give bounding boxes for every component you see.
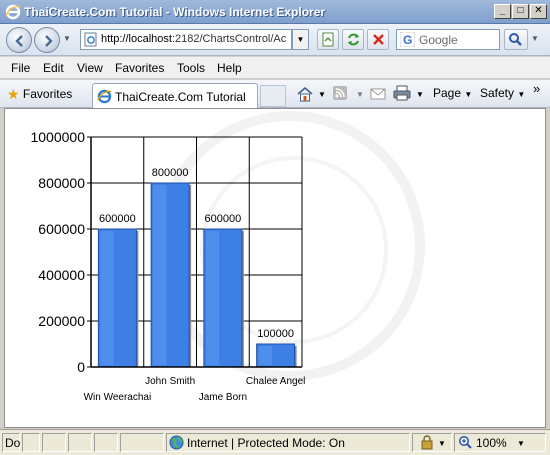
x-category-label: Win Weerachai [84, 392, 152, 403]
status-cell-4 [94, 433, 118, 452]
x-category-label: Chalee Angel [246, 376, 306, 387]
menu-file[interactable]: File [11, 61, 30, 75]
globe-icon [169, 435, 184, 450]
refresh-button[interactable] [342, 29, 364, 50]
lock-shield-icon [421, 435, 433, 450]
maximize-button[interactable]: □ [512, 4, 529, 19]
home-icon[interactable] [296, 85, 314, 103]
favorites-label: Favorites [22, 87, 73, 101]
tab-ie-icon [97, 89, 112, 104]
feeds-icon[interactable] [332, 85, 348, 101]
bar-highlight [153, 185, 167, 365]
new-tab-button[interactable] [260, 85, 286, 107]
search-placeholder: Google [419, 33, 458, 47]
favorites-bar: ★ Favorites ThaiCreate.Com Tutorial ▼ ▼ … [0, 80, 550, 108]
page-content: 0 200000 400000 600000 800000 1000000 600000 Wi… [4, 108, 546, 428]
stop-x-icon [373, 34, 384, 45]
y-tick-label: 200000 [38, 313, 85, 329]
menu-view[interactable]: View [77, 61, 103, 75]
data-label: 800000 [152, 167, 189, 179]
mail-icon[interactable] [370, 88, 386, 100]
magnifier-icon [509, 33, 522, 46]
favorites-star-icon: ★ [7, 86, 20, 102]
compatibility-view-button[interactable] [317, 29, 339, 50]
history-dropdown-icon[interactable]: ▼ [63, 34, 71, 43]
menu-favorites[interactable]: Favorites [115, 61, 164, 75]
window-title: ThaiCreate.Com Tutorial - Windows Intern… [24, 5, 326, 19]
print-dropdown-icon[interactable]: ▼ [416, 90, 424, 99]
security-zone-text: Internet | Protected Mode: On [187, 436, 345, 450]
more-tools-button[interactable]: » [533, 81, 540, 96]
forward-arrow-icon [45, 35, 53, 47]
safety-menu-label: Safety [480, 86, 515, 100]
home-dropdown-icon[interactable]: ▼ [318, 90, 326, 99]
menu-bar: File Edit View Favorites Tools Help [0, 57, 550, 79]
status-cell-5 [120, 433, 164, 452]
menu-edit[interactable]: Edit [43, 61, 64, 75]
compatibility-page-icon [322, 32, 334, 47]
navigation-bar: ▼ http://localhost:2182/ChartsControl/Ac… [0, 24, 550, 56]
status-cell-3 [68, 433, 92, 452]
data-label: 600000 [205, 213, 242, 225]
close-button[interactable]: ✕ [530, 4, 547, 19]
page-icon [84, 32, 97, 47]
status-done-text: Do [5, 436, 21, 450]
forward-button[interactable] [34, 27, 60, 53]
bar-highlight [205, 231, 220, 365]
bar-highlight [258, 346, 272, 365]
y-tick-label: 400000 [38, 267, 85, 283]
feeds-dropdown-icon[interactable]: ▼ [356, 90, 364, 99]
back-button[interactable] [6, 27, 32, 53]
zoom-magnifier-icon [459, 436, 472, 449]
search-options-dropdown-icon[interactable]: ▼ [531, 34, 539, 43]
tab-thaicreate[interactable]: ThaiCreate.Com Tutorial [92, 83, 258, 108]
y-tick-label: 600000 [38, 221, 85, 237]
x-category-label: Jame Born [199, 392, 247, 403]
bar-chart: 0 200000 400000 600000 800000 1000000 600000 Wi… [30, 129, 306, 403]
x-category-label: John Smith [145, 376, 195, 387]
minimize-button[interactable]: _ [494, 4, 511, 19]
address-bar[interactable]: http://localhost:2182/ChartsControl/Ac [80, 29, 292, 50]
data-label: 100000 [257, 328, 294, 340]
y-tick-label: 0 [77, 359, 85, 375]
status-cell-2 [42, 433, 66, 452]
page-menu[interactable]: Page ▼ [433, 86, 472, 100]
y-tick-label: 800000 [38, 175, 85, 191]
page-menu-label: Page [433, 86, 462, 100]
address-url[interactable]: http://localhost:2182/ChartsControl/Ac [101, 33, 289, 45]
google-logo-icon: G [400, 32, 415, 47]
svg-text:G: G [403, 33, 412, 47]
bar-highlight [100, 231, 114, 365]
status-bar: Do Internet | Protected Mode: On ▼ 100% … [0, 429, 550, 455]
menu-help[interactable]: Help [217, 61, 242, 75]
menu-tools[interactable]: Tools [177, 61, 205, 75]
back-arrow-icon [15, 35, 23, 47]
tab-label: ThaiCreate.Com Tutorial [115, 90, 246, 104]
protected-mode-dropdown-icon[interactable]: ▼ [438, 439, 446, 448]
zoom-dropdown-icon[interactable]: ▼ [517, 439, 525, 448]
title-bar: ThaiCreate.Com Tutorial - Windows Intern… [0, 0, 550, 24]
data-label: 600000 [99, 213, 136, 225]
print-icon[interactable] [393, 85, 411, 101]
search-button[interactable] [504, 29, 528, 50]
safety-menu[interactable]: Safety ▼ [480, 86, 525, 100]
zoom-level: 100% [476, 436, 507, 450]
address-dropdown-button[interactable]: ▼ [292, 29, 309, 50]
stop-button[interactable] [367, 29, 389, 50]
y-tick-label: 1000000 [30, 129, 85, 145]
refresh-icon [348, 33, 359, 46]
favorites-button[interactable]: ★ Favorites [7, 86, 72, 103]
status-cell-1 [22, 433, 40, 452]
search-box[interactable]: G Google [396, 29, 500, 50]
ie-logo-icon [5, 4, 21, 20]
